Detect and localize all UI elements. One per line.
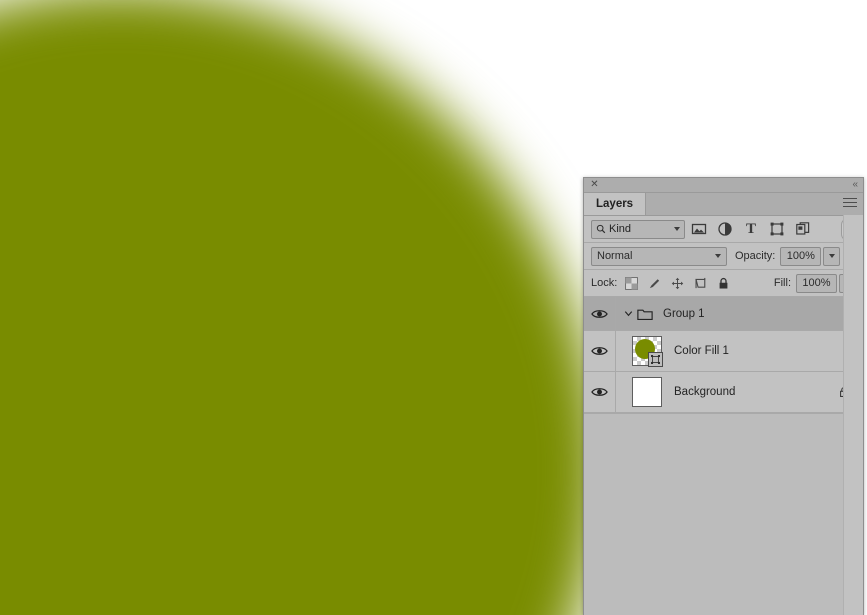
filter-kind-select[interactable]: Kind — [591, 219, 685, 239]
olive-circle-artwork — [0, 0, 600, 615]
layer-name: Background — [674, 386, 736, 398]
lock-position-icon[interactable] — [670, 276, 684, 290]
panel-titlebar[interactable]: ✕ « — [584, 178, 863, 193]
eye-icon — [591, 347, 608, 355]
panel-right-strip — [843, 215, 863, 615]
tab-layers[interactable]: Layers — [584, 193, 647, 215]
folder-icon — [637, 309, 653, 320]
filter-type-icons: T — [691, 221, 811, 237]
panel-menu-icon[interactable] — [843, 198, 857, 210]
eye-icon — [591, 309, 608, 318]
pixel-layer-filter-icon[interactable] — [691, 221, 707, 237]
adjustment-layer-filter-icon[interactable] — [717, 221, 733, 237]
eye-icon — [591, 388, 608, 396]
lock-all-icon[interactable] — [716, 276, 730, 290]
layer-name: Group 1 — [663, 307, 705, 320]
layer-thumbnail[interactable] — [632, 377, 662, 407]
layer-row-body[interactable]: Group 1 — [616, 297, 863, 330]
layer-filter-row: Kind T — [584, 216, 863, 243]
type-T-glyph: T — [745, 221, 756, 237]
table-row[interactable]: Background — [584, 372, 863, 413]
photoshop-window: ✕ « Layers Kind T Normal Opacity: 100% L… — [0, 0, 867, 615]
lock-icon-group — [624, 276, 730, 290]
chevron-down-icon — [715, 254, 721, 258]
table-row[interactable]: Color Fill 1 — [584, 331, 863, 372]
panel-tab-strip: Layers — [584, 193, 863, 216]
opacity-input[interactable]: 100% — [780, 246, 822, 266]
collapse-panel-icon[interactable]: « — [852, 179, 857, 190]
table-row[interactable]: Group 1 — [584, 297, 863, 331]
layer-list: Group 1 Color Fill 1 Background — [584, 297, 863, 615]
opacity-label: Opacity: — [735, 250, 776, 262]
opacity-value: 100% — [786, 250, 815, 262]
blend-mode-select[interactable]: Normal — [591, 246, 727, 266]
fill-value: 100% — [802, 277, 831, 289]
lock-image-pixels-icon[interactable] — [647, 276, 661, 290]
layers-panel: ✕ « Layers Kind T Normal Opacity: 100% L… — [583, 177, 864, 615]
fill-input[interactable]: 100% — [796, 273, 837, 293]
blend-mode-value: Normal — [597, 250, 633, 262]
magnifier-icon — [596, 224, 606, 234]
lock-artboard-nesting-icon[interactable] — [693, 276, 707, 290]
lock-transparent-pixels-icon[interactable] — [624, 276, 638, 290]
close-icon[interactable]: ✕ — [589, 179, 600, 190]
smart-object-filter-icon[interactable] — [795, 221, 811, 237]
layer-row-body[interactable]: Color Fill 1 — [616, 331, 863, 371]
opacity-stepper[interactable] — [823, 246, 841, 266]
layer-row-body[interactable]: Background — [616, 372, 863, 412]
layer-visibility-toggle[interactable] — [584, 372, 616, 412]
chevron-down-icon — [674, 227, 680, 231]
lock-label: Lock: — [591, 277, 618, 289]
layer-visibility-toggle[interactable] — [584, 297, 616, 330]
filter-kind-label: Kind — [609, 223, 632, 235]
layer-list-empty-area — [584, 413, 863, 615]
fill-label: Fill: — [773, 277, 791, 289]
layer-visibility-toggle[interactable] — [584, 331, 616, 371]
lock-fill-row: Lock: Fill: 100% — [584, 270, 863, 297]
vector-mask-badge-icon[interactable] — [648, 352, 663, 367]
shape-layer-filter-icon[interactable] — [769, 221, 785, 237]
type-layer-filter-icon[interactable]: T — [743, 221, 759, 237]
chevron-down-icon[interactable] — [622, 307, 635, 320]
chevron-down-icon — [828, 254, 835, 258]
layer-name: Color Fill 1 — [674, 345, 729, 357]
tab-layers-label: Layers — [596, 198, 634, 210]
layer-thumbnail[interactable] — [632, 336, 663, 367]
blend-opacity-row: Normal Opacity: 100% — [584, 243, 863, 270]
